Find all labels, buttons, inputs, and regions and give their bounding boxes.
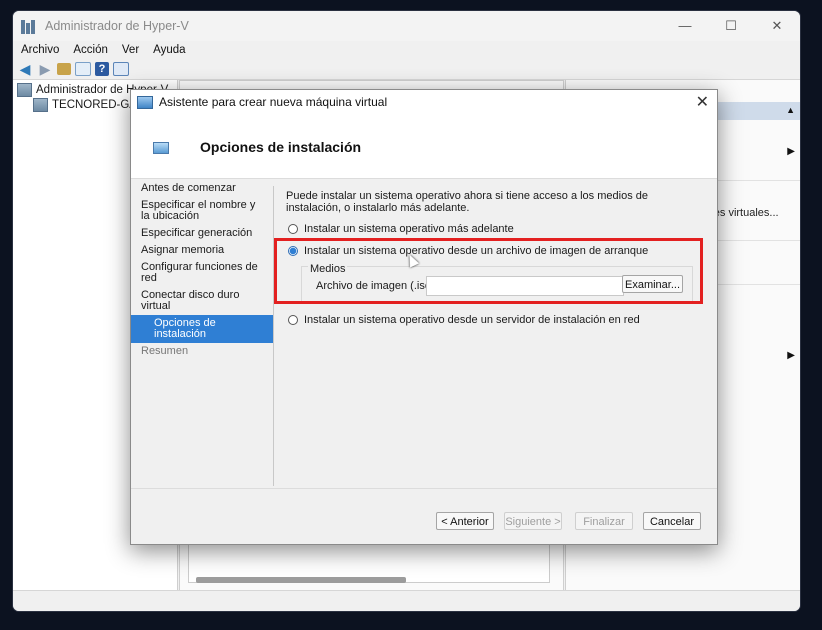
iso-file-label: Archivo de imagen (.iso): xyxy=(316,280,438,292)
dialog-close-button[interactable]: ✕ xyxy=(696,92,709,112)
window-title: Administrador de Hyper-V xyxy=(45,19,189,33)
new-vm-wizard-dialog: Asistente para crear nueva máquina virtu… xyxy=(130,89,718,545)
hyperv-app-icon xyxy=(21,18,37,34)
step-generation[interactable]: Especificar generación xyxy=(131,225,274,242)
forward-arrow-icon[interactable]: ▶ xyxy=(37,61,53,77)
media-group-label: Medios xyxy=(308,263,348,275)
help-icon[interactable]: ? xyxy=(95,62,109,76)
menu-bar: Archivo Acción Ver Ayuda xyxy=(13,41,800,59)
option-install-network-label: Instalar un sistema operativo desde un s… xyxy=(304,314,640,326)
dialog-title: Asistente para crear nueva máquina virtu… xyxy=(159,95,388,109)
server-icon xyxy=(33,98,48,112)
maximize-button[interactable]: ☐ xyxy=(708,11,754,41)
option-install-later-label: Instalar un sistema operativo más adelan… xyxy=(304,223,514,235)
button-divider xyxy=(131,488,717,489)
hyperv-root-icon xyxy=(17,83,32,97)
menu-ver[interactable]: Ver xyxy=(122,44,139,56)
expand-right-icon[interactable]: ▶ xyxy=(787,146,795,157)
finish-button[interactable]: Finalizar xyxy=(575,512,633,530)
install-description: Puede instalar un sistema operativo ahor… xyxy=(286,190,648,214)
dialog-header: Opciones de instalación xyxy=(131,114,717,179)
show-tree-icon[interactable] xyxy=(75,62,91,76)
dialog-title-bar: Asistente para crear nueva máquina virtu… xyxy=(131,90,717,114)
page-title: Opciones de instalación xyxy=(200,139,362,155)
radio-install-later[interactable] xyxy=(288,224,298,234)
action-pane-icon[interactable] xyxy=(113,62,129,76)
radio-install-image[interactable] xyxy=(288,246,298,256)
iso-file-input[interactable] xyxy=(426,276,624,296)
wizard-steps: Antes de comenzar Especificar el nombre … xyxy=(131,180,274,360)
wizard-content: Puede instalar un sistema operativo ahor… xyxy=(286,190,706,326)
collapse-up-icon[interactable]: ▲ xyxy=(786,105,795,115)
option-install-network[interactable]: Instalar un sistema operativo desde un s… xyxy=(288,314,640,326)
step-virtual-disk[interactable]: Conectar disco duro virtual xyxy=(131,287,274,315)
horizontal-scrollbar[interactable] xyxy=(196,577,406,583)
step-before-start[interactable]: Antes de comenzar xyxy=(131,180,274,197)
minimize-button[interactable]: — xyxy=(662,11,708,41)
menu-archivo[interactable]: Archivo xyxy=(21,44,59,56)
step-summary[interactable]: Resumen xyxy=(131,343,274,360)
back-arrow-icon[interactable]: ◀ xyxy=(17,61,33,77)
menu-ayuda[interactable]: Ayuda xyxy=(153,44,185,56)
nav-divider xyxy=(273,186,274,486)
menu-accion[interactable]: Acción xyxy=(73,44,108,56)
folder-up-icon[interactable] xyxy=(57,63,71,75)
step-network[interactable]: Configurar funciones de red xyxy=(131,259,274,287)
step-install-options[interactable]: Opciones de instalación xyxy=(131,315,274,343)
option-install-image[interactable]: Instalar un sistema operativo desde un a… xyxy=(288,245,648,257)
back-button[interactable]: < Anterior xyxy=(436,512,494,530)
status-bar xyxy=(13,590,800,611)
next-button[interactable]: Siguiente > xyxy=(504,512,562,530)
radio-install-network[interactable] xyxy=(288,315,298,325)
monitor-icon xyxy=(153,142,169,154)
expand-right-icon[interactable]: ▶ xyxy=(787,350,795,361)
title-bar: Administrador de Hyper-V — ☐ ✕ xyxy=(13,11,800,41)
step-name-location[interactable]: Especificar el nombre y la ubicación xyxy=(131,197,274,225)
cancel-button[interactable]: Cancelar xyxy=(643,512,701,530)
close-button[interactable]: ✕ xyxy=(754,11,800,41)
browse-button[interactable]: Examinar... xyxy=(622,275,683,293)
option-install-image-label: Instalar un sistema operativo desde un a… xyxy=(304,245,649,257)
toolbar: ◀ ▶ ? xyxy=(13,59,800,80)
step-memory[interactable]: Asignar memoria xyxy=(131,242,274,259)
monitor-icon xyxy=(137,95,153,109)
option-install-later[interactable]: Instalar un sistema operativo más adelan… xyxy=(288,223,514,235)
